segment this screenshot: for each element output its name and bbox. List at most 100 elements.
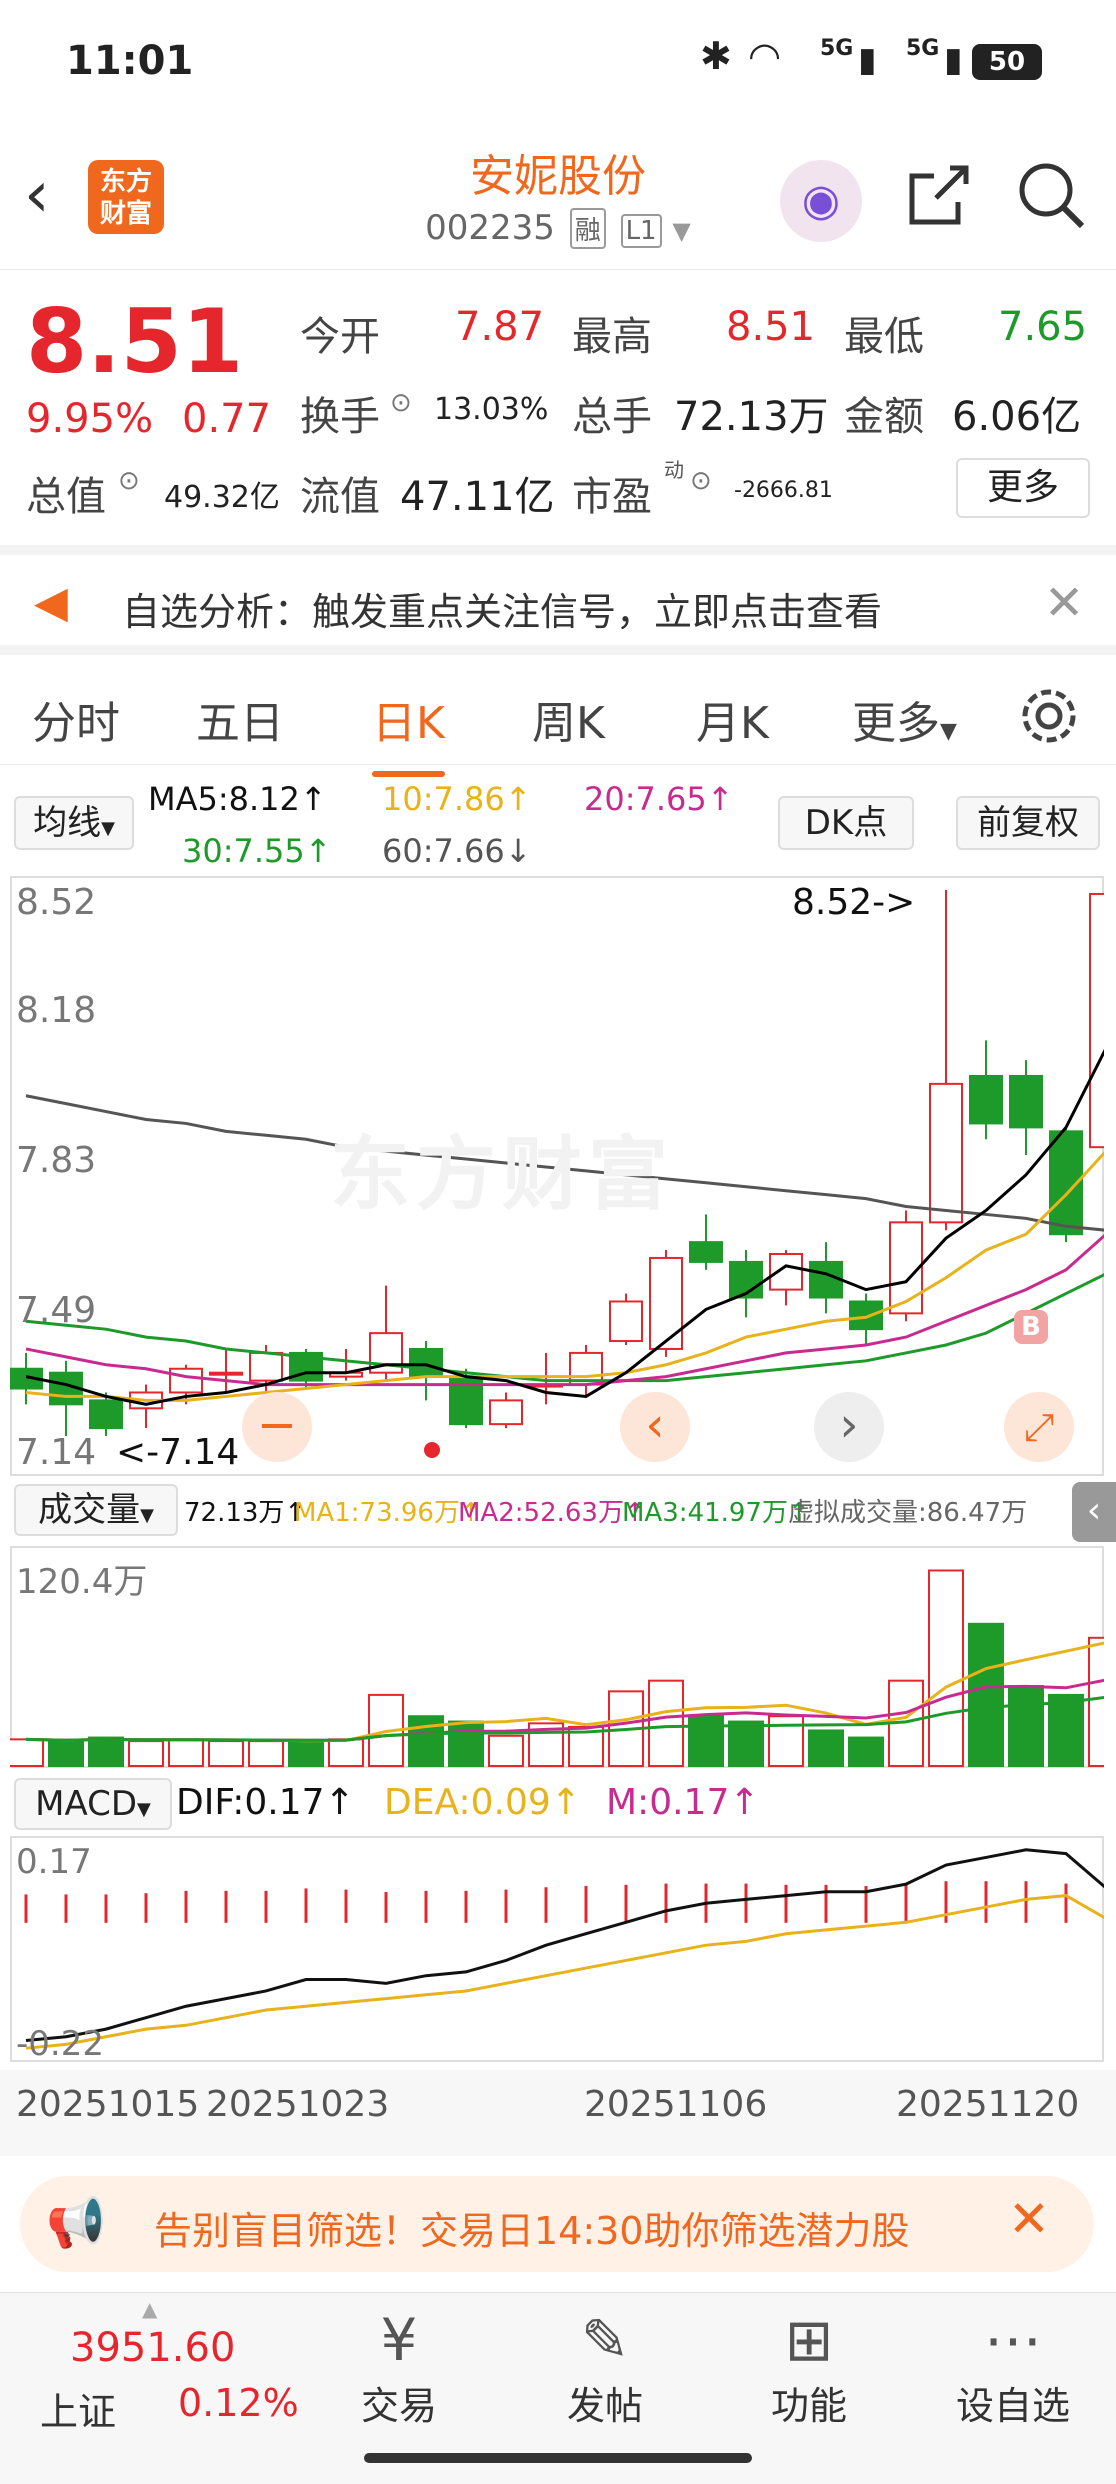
y-label-1: 8.52 [16, 882, 97, 923]
volume-bar [128, 1740, 164, 1767]
search-icon[interactable] [1016, 160, 1088, 232]
fullscreen-icon[interactable]: ⤢ [1004, 1392, 1074, 1462]
tab-intraday[interactable]: 分时 [32, 687, 120, 751]
nav-functions-label: 功能 [770, 2384, 847, 2428]
bottom-nav: ▲ 3951.60 上证 0.12% ¥ 交易 ✎ 发帖 ⊞ 功能 ⋯ 设自选 [0, 2292, 1116, 2484]
candle-body [969, 1074, 1003, 1125]
macd-m: M:0.17↑ [606, 1782, 760, 1823]
info-icon-2[interactable]: ⊙ [118, 466, 140, 496]
candle-body [89, 1399, 123, 1430]
signal-5g-1: 5G [820, 36, 854, 61]
high-value: 8.51 [726, 304, 816, 350]
volume-bar [10, 1738, 44, 1767]
ai-assistant-icon[interactable]: ◉ [780, 160, 862, 242]
banner-text: 自选分析：触发重点关注信号，立即点击查看 [122, 590, 883, 634]
candle-body [849, 1300, 883, 1331]
home-indicator [364, 2453, 752, 2463]
macd-chart[interactable] [10, 1836, 1104, 2062]
candle-body [169, 1367, 203, 1394]
index-value[interactable]: 3951.60 [70, 2325, 235, 2371]
info-icon-3[interactable]: ⊙ [690, 466, 712, 496]
volume-bar [968, 1622, 1004, 1767]
vol-ma1: MA1:73.96万↑ [294, 1498, 482, 1528]
volume-bar [688, 1715, 724, 1767]
min-marker: <-7.14 [116, 1432, 240, 1473]
volume-bar [488, 1734, 524, 1768]
grid-icon: ⊞ [784, 2306, 834, 2374]
prev-button[interactable]: ‹ [620, 1392, 690, 1462]
promo-banner[interactable]: 📢 告别盲目筛选！交易日14:30助你筛选潜力股 ✕ [20, 2176, 1094, 2272]
watermark: 东方财富 [330, 1128, 674, 1221]
signal-bars-icon-2: ▮ [944, 40, 963, 80]
nav-trade[interactable]: ¥ 交易 [334, 2305, 464, 2430]
volume-bar [328, 1738, 364, 1767]
volume-selector[interactable]: 成交量▼ [14, 1484, 178, 1536]
volume-label: 总手 [572, 394, 652, 440]
ma-selector-label: 均线 [33, 803, 102, 843]
ma10-value: 10:7.86↑ [382, 780, 532, 818]
nav-add-watchlist[interactable]: ⋯ 设自选 [948, 2305, 1078, 2430]
current-price: 8.51 [26, 290, 244, 393]
tab-more[interactable]: 更多▼ [852, 687, 957, 751]
settings-gear-icon[interactable] [1018, 685, 1080, 747]
volume-chart[interactable] [10, 1546, 1104, 1768]
tab-monthly-k[interactable]: 月K [696, 687, 769, 751]
nav-functions[interactable]: ⊞ 功能 [744, 2305, 874, 2430]
date-label-2: 20251023 [206, 2084, 390, 2125]
candle-body [1009, 1074, 1043, 1129]
date-label-1: 20251015 [16, 2084, 200, 2125]
tab-daily-k[interactable]: 日K [372, 687, 445, 777]
change-percent: 9.95% [26, 396, 154, 442]
ma-selector[interactable]: 均线▼ [14, 796, 134, 850]
candle-body [689, 1241, 723, 1263]
nav-add-watchlist-label: 设自选 [955, 2384, 1070, 2428]
stock-code: 002235 [425, 208, 555, 248]
bluetooth-icon: ✱ [700, 34, 732, 78]
volume-bar [928, 1569, 964, 1768]
change-amount: 0.77 [182, 396, 272, 442]
tab-weekly-k[interactable]: 周K [532, 687, 605, 751]
nav-trade-label: 交易 [360, 2384, 437, 2428]
adjustment-button[interactable]: 前复权 [956, 796, 1100, 850]
caret-up-icon: ▲ [142, 2297, 158, 2321]
status-bar: 11:01 ✱ ◠ 5G ▮ 5G ▮ 50 [0, 0, 1116, 130]
dk-point-button[interactable]: DK点 [778, 796, 914, 850]
macd-selector[interactable]: MACD▼ [14, 1778, 172, 1830]
edit-icon: ✎ [580, 2306, 630, 2374]
signal-5g-2: 5G [906, 36, 940, 61]
analysis-banner[interactable]: ◀ 自选分析：触发重点关注信号，立即点击查看 ✕ [0, 545, 1116, 655]
ma5-value: MA5:8.12↑ [148, 780, 327, 818]
candle-body [209, 1371, 243, 1376]
nav-post[interactable]: ✎ 发帖 [540, 2305, 670, 2430]
candle-body [1089, 892, 1104, 1149]
tab-five-day[interactable]: 五日 [196, 687, 284, 751]
open-label: 今开 [300, 314, 380, 360]
volume-bar [208, 1740, 244, 1767]
candle-body [649, 1256, 683, 1350]
margin-tag: 融 [569, 208, 606, 249]
close-icon[interactable]: ✕ [1044, 575, 1084, 631]
promo-text: 告别盲目筛选！交易日14:30助你筛选潜力股 [154, 2209, 910, 2253]
macd-y-bottom: -0.22 [16, 2024, 104, 2064]
collapse-panel-icon[interactable]: ‹ [1072, 1482, 1116, 1542]
buy-signal-badge[interactable]: B [1014, 1310, 1048, 1344]
date-label-4: 20251120 [896, 2084, 1080, 2125]
macd-dif: DIF:0.17↑ [176, 1782, 355, 1823]
info-icon[interactable]: ⊙ [390, 388, 412, 418]
amount-value: 6.06亿 [952, 394, 1082, 440]
share-icon[interactable] [904, 162, 972, 230]
zoom-out-button[interactable]: − [242, 1392, 312, 1462]
speaker-icon: ◀ [34, 577, 68, 628]
next-button[interactable]: › [814, 1392, 884, 1462]
more-quote-button[interactable]: 更多 [956, 458, 1090, 518]
volume-bar [848, 1736, 884, 1767]
y-label-5: 7.14 [16, 1432, 97, 1473]
chart-tabs: 分时 五日 日K 周K 月K 更多▼ [0, 665, 1116, 777]
caret-down-icon-4: ▼ [137, 1799, 151, 1820]
event-dot[interactable] [424, 1442, 440, 1458]
ma60-value: 60:7.66↓ [382, 832, 532, 870]
promo-close-icon[interactable]: ✕ [1008, 2190, 1050, 2248]
pe-value: -2666.81 [734, 478, 833, 503]
y-label-2: 8.18 [16, 990, 97, 1031]
level-tag: L1 [620, 214, 662, 248]
